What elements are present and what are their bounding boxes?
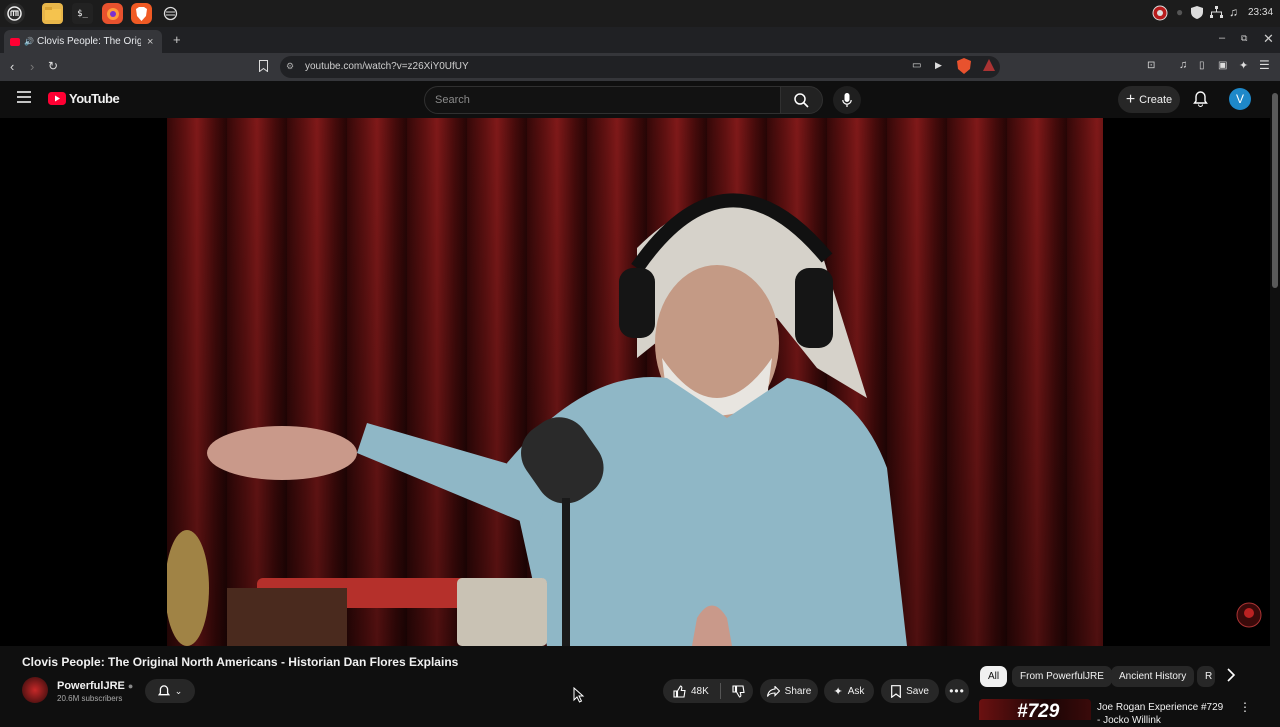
files-icon[interactable] (42, 3, 63, 24)
video-player[interactable] (0, 118, 1270, 646)
chip-ancient-history[interactable]: Ancient History (1111, 666, 1195, 687)
ask-button[interactable]: ✦ Ask (824, 679, 874, 703)
media-icon[interactable]: ♫ (1179, 59, 1187, 71)
scrollbar-thumb[interactable] (1272, 93, 1278, 288)
cast-icon[interactable]: ▭ (912, 60, 921, 71)
create-label: Create (1139, 93, 1173, 106)
mic-icon (842, 92, 852, 107)
recommendation-menu-icon[interactable]: ⋮ (1239, 700, 1251, 714)
tab-close-icon[interactable]: × (147, 36, 153, 48)
mouse-cursor (573, 687, 585, 703)
subscription-bell-button[interactable]: ⌄ (145, 679, 195, 703)
channel-watermark-icon[interactable] (1236, 602, 1262, 628)
like-dislike-group: 48K (663, 679, 753, 703)
terminal-icon[interactable]: $_ (72, 3, 93, 24)
account-avatar[interactable]: V (1229, 88, 1251, 110)
create-button[interactable]: + Create (1118, 86, 1180, 113)
network-icon[interactable] (1210, 6, 1223, 19)
chips-next-icon[interactable] (1225, 668, 1237, 682)
more-actions-button[interactable]: ••• (945, 679, 969, 703)
sparkle-icon: ✦ (833, 685, 843, 698)
settings-icon[interactable] (160, 3, 181, 24)
ask-label: Ask (847, 685, 865, 697)
more-horizontal-icon: ••• (949, 684, 965, 698)
notifications-bell-icon[interactable] (1193, 91, 1208, 107)
share-icon (766, 685, 780, 697)
chevron-down-icon: ⌄ (174, 685, 183, 696)
tab-title: Clovis People: The Original North Americ… (36, 36, 141, 47)
play-icon[interactable]: ▶ (935, 60, 942, 71)
youtube-header: YouTube + Create V (0, 81, 1280, 118)
screenshot-icon[interactable]: ⊡ (1147, 60, 1155, 71)
url-box[interactable]: ⚙ youtube.com/watch?v=z26XiY0UfUY (280, 56, 1000, 78)
thumbs-down-icon[interactable] (732, 684, 745, 698)
search-box[interactable] (424, 86, 781, 114)
save-label: Save (906, 685, 929, 697)
os-taskbar: $_ ● ♫ 23:34 (0, 0, 1280, 27)
logo-text: YouTube (69, 91, 120, 106)
tab-strip: 🔊 Clovis People: The Original North Amer… (0, 27, 1280, 53)
forward-icon[interactable]: › (30, 59, 34, 74)
chip-truncated[interactable]: R (1197, 666, 1215, 687)
bookmark-icon[interactable] (259, 60, 268, 72)
page-scrollbar[interactable] (1270, 81, 1280, 720)
channel-avatar[interactable] (22, 677, 48, 703)
channel-name[interactable]: PowerfulJRE ● (57, 680, 133, 692)
maximize-icon[interactable]: ⧉ (1241, 33, 1247, 44)
save-icon (891, 684, 901, 698)
like-count: 48K (691, 685, 709, 697)
back-icon[interactable]: ‹ (10, 59, 14, 74)
search-input[interactable] (425, 87, 780, 113)
brave-rewards-icon[interactable] (982, 58, 996, 73)
address-bar: ‹ › ↻ ⚙ youtube.com/watch?v=z26XiY0UfUY … (0, 53, 1280, 81)
share-label: Share (784, 685, 812, 697)
shield-icon[interactable] (1191, 6, 1203, 19)
firefox-icon[interactable] (102, 3, 123, 24)
brave-icon[interactable] (131, 3, 152, 24)
save-button[interactable]: Save (881, 679, 939, 703)
leo-icon[interactable]: ✦ (1239, 59, 1248, 72)
speaker-icon[interactable]: 🔊 (24, 37, 34, 46)
reload-icon[interactable]: ↻ (48, 59, 58, 73)
search-icon (794, 92, 809, 108)
clock[interactable]: 23:34 (1248, 7, 1273, 18)
url-text[interactable]: youtube.com/watch?v=z26XiY0UfUY (305, 61, 469, 72)
thumbnail-text: #729 (1017, 701, 1060, 720)
youtube-logo[interactable]: YouTube (48, 91, 120, 106)
recommendation-thumbnail[interactable]: #729 (979, 699, 1091, 720)
plus-icon: + (1125, 90, 1136, 108)
chip-from-powerfuljre[interactable]: From PowerfulJRE (1012, 666, 1112, 687)
like-button[interactable]: 48K (673, 684, 709, 698)
music-icon[interactable]: ♫ (1229, 5, 1238, 19)
youtube-play-icon (48, 92, 66, 105)
video-title: Clovis People: The Original North Americ… (22, 655, 459, 669)
recommendation-title[interactable]: Joe Rogan Experience #729 - Jocko Willin… (1097, 701, 1225, 727)
site-info-icon[interactable]: ⚙ (286, 61, 294, 72)
subscriber-count: 20.6M subscribers (57, 694, 123, 703)
channel-name-text[interactable]: PowerfulJRE (57, 680, 125, 692)
video-frame[interactable] (167, 118, 1103, 646)
verified-icon: ● (127, 681, 134, 691)
mint-menu-icon[interactable] (4, 3, 25, 24)
sidebar-icon[interactable]: ▯ (1199, 60, 1205, 71)
new-tab-button[interactable]: + (173, 32, 181, 47)
bell-icon (157, 684, 170, 695)
search-button[interactable] (780, 86, 823, 114)
youtube-favicon-icon (10, 37, 20, 46)
voice-search-button[interactable] (833, 86, 861, 114)
brave-shields-icon[interactable] (957, 58, 971, 74)
menu-icon[interactable]: ☰ (1259, 58, 1270, 72)
browser-tab[interactable]: 🔊 Clovis People: The Original North Amer… (4, 30, 162, 53)
close-window-icon[interactable]: ✕ (1263, 31, 1274, 47)
wallet-icon[interactable]: ▣ (1218, 60, 1227, 71)
guide-menu-icon[interactable] (17, 91, 31, 103)
update-icon[interactable] (1152, 5, 1168, 21)
share-button[interactable]: Share (760, 679, 818, 703)
minimize-icon[interactable]: – (1219, 32, 1225, 44)
video-scene (167, 193, 907, 646)
toggle-icon[interactable]: ● (1176, 5, 1183, 19)
chip-all[interactable]: All (980, 666, 1008, 687)
thumbs-up-icon (673, 684, 686, 698)
